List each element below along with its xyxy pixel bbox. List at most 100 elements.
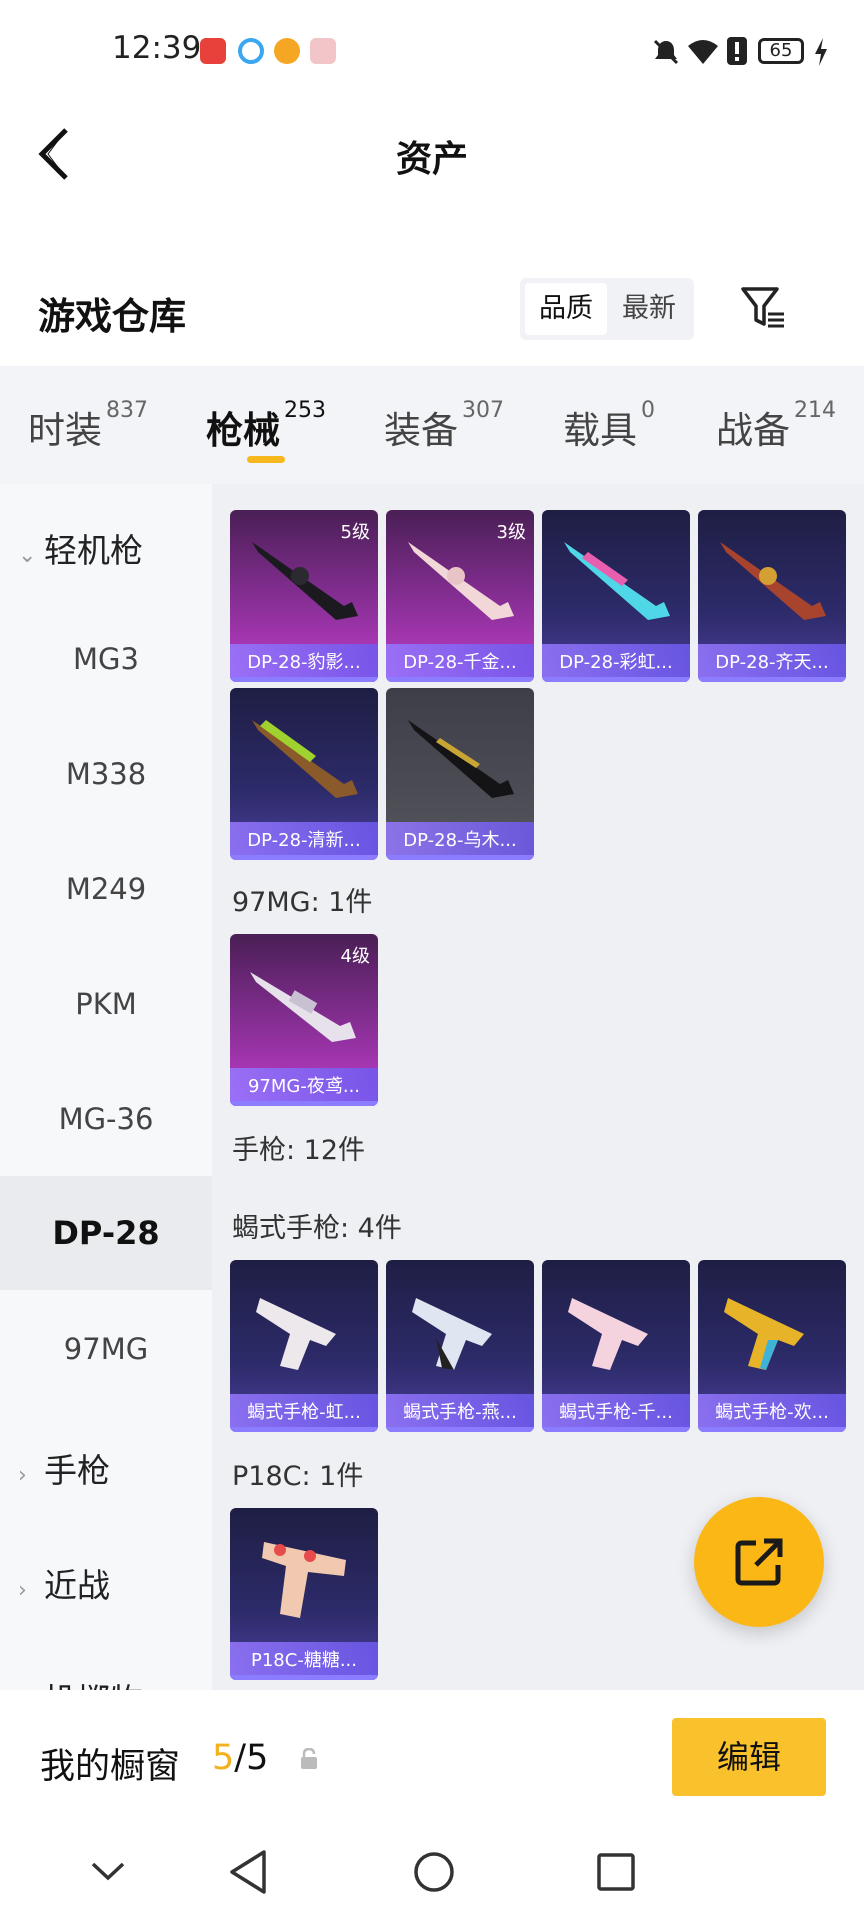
alert-icon: [727, 37, 747, 65]
warehouse-title: 游戏仓库: [38, 295, 186, 338]
item-name: 蝎式手枪-虹...: [247, 1402, 361, 1423]
item-card[interactable]: 蝎式手枪-燕...: [386, 1260, 534, 1432]
item-card[interactable]: 蝎式手枪-千...: [542, 1260, 690, 1432]
tab-label: 时装: [28, 409, 102, 452]
charging-icon: [815, 38, 827, 66]
pistol-icon: [412, 1298, 492, 1370]
battery-level: 65: [769, 40, 793, 61]
item-name: 蝎式手枪-燕...: [403, 1402, 517, 1423]
pistol-icon: [568, 1298, 648, 1370]
tab-count: 307: [462, 398, 504, 423]
tab-equipment[interactable]: 装备 307: [384, 398, 504, 454]
status-bar: 12:39 65: [0, 0, 864, 104]
pistol-icon: [262, 1542, 346, 1618]
item-card[interactable]: 3级 DP-28-千金...: [386, 510, 534, 682]
item-name: 蝎式手枪-欢...: [715, 1402, 829, 1423]
share-fab-button[interactable]: [694, 1497, 824, 1627]
sidebar-group-label: 投掷物: [44, 1681, 143, 1690]
item-card[interactable]: 5级 DP-28-豹影...: [230, 510, 378, 682]
sort-newest-button[interactable]: 最新: [608, 283, 690, 335]
sidebar-item-97mg[interactable]: 97MG: [0, 1332, 212, 1366]
tab-supplies[interactable]: 战备 214: [716, 398, 836, 454]
sidebar-item-pkm[interactable]: PKM: [0, 987, 212, 1021]
tab-count: 837: [106, 398, 148, 423]
huawei-app-icon: [200, 38, 226, 64]
item-name: DP-28-千金...: [403, 652, 517, 673]
item-name: DP-28-乌木...: [403, 830, 517, 851]
item-name: 97MG-夜鸢...: [247, 1076, 361, 1097]
sidebar-item-m249[interactable]: M249: [0, 872, 212, 906]
battery-icon: 65: [758, 38, 804, 64]
item-name: P18C-糖糖...: [251, 1650, 357, 1671]
sort-quality-button[interactable]: 品质: [525, 283, 607, 335]
pistol-icon: [724, 1298, 804, 1370]
item-card[interactable]: DP-28-齐天...: [698, 510, 846, 682]
chevron-down-icon: ⌄: [18, 543, 37, 568]
sidebar-group-label: 轻机枪: [44, 531, 143, 570]
recents-square-icon[interactable]: [596, 1852, 636, 1892]
section-title-p18c: P18C: 1件: [232, 1461, 364, 1492]
item-card[interactable]: DP-28-彩虹...: [542, 510, 690, 682]
tab-count: 253: [284, 398, 326, 423]
chevron-right-icon: ›: [18, 1463, 27, 1488]
item-card[interactable]: P18C-糖糖...: [230, 1508, 378, 1680]
system-navbar: [0, 1830, 864, 1920]
tab-count: 214: [794, 398, 836, 423]
item-name: DP-28-豹影...: [247, 652, 361, 673]
home-circle-icon[interactable]: [412, 1850, 456, 1894]
filter-icon[interactable]: [740, 286, 786, 330]
status-time: 12:39: [112, 30, 202, 66]
tab-label: 战备: [716, 409, 790, 452]
tab-count: 0: [641, 398, 655, 423]
sidebar-item-mg36[interactable]: MG-36: [0, 1102, 212, 1136]
sidebar-group-lmg[interactable]: ⌄ 轻机枪: [18, 524, 143, 572]
rifle-icon: [564, 542, 670, 620]
rifle-icon: [720, 542, 826, 620]
sidebar-item-m338[interactable]: M338: [0, 757, 212, 791]
tab-label: 载具: [563, 409, 637, 452]
mute-icon: [653, 39, 679, 65]
rifle-icon: [252, 720, 358, 798]
sidebar-group-label: 近战: [44, 1566, 110, 1605]
tab-firearms[interactable]: 枪械 253: [206, 398, 326, 454]
tab-label: 装备: [384, 409, 458, 452]
level-badge: 3级: [496, 522, 526, 543]
showcase-label: 我的橱窗: [40, 1747, 181, 1787]
tab-vehicles[interactable]: 载具 0: [563, 398, 655, 454]
level-badge: 4级: [340, 946, 370, 967]
wifi-icon: [688, 40, 718, 64]
sidebar-group-label: 手枪: [44, 1451, 110, 1490]
sidebar-group-throwables[interactable]: ›投掷物: [18, 1674, 143, 1690]
game-app-icon: [274, 38, 300, 64]
weapon-sidebar: ⌄ 轻机枪 MG3 M338 M249 PKM MG-36 DP-28 97MG …: [0, 484, 212, 1690]
category-tabs: 时装 837 枪械 253 装备 307 载具 0 战备 214: [0, 366, 864, 484]
item-card[interactable]: 4级 97MG-夜鸢...: [230, 934, 378, 1106]
rifle-icon: [408, 720, 514, 798]
sidebar-group-melee[interactable]: › 近战: [18, 1559, 110, 1607]
edit-button[interactable]: 编辑: [672, 1718, 826, 1796]
lock-icon: [301, 1748, 317, 1769]
sidebar-item-mg3[interactable]: MG3: [0, 642, 212, 676]
showcase-count: 5/5: [212, 1738, 268, 1778]
item-name: DP-28-清新...: [247, 830, 361, 851]
gift-app-icon: [310, 38, 336, 64]
sidebar-item-dp28[interactable]: DP-28: [0, 1214, 212, 1252]
section-title-pistol: 手枪: 12件: [232, 1135, 366, 1166]
tab-fashion[interactable]: 时装 837: [28, 398, 148, 454]
showcase-current: 5: [212, 1738, 235, 1778]
back-triangle-icon[interactable]: [228, 1848, 268, 1896]
item-name: DP-28-齐天...: [715, 652, 829, 673]
sort-toggle: 品质 最新: [520, 278, 694, 340]
item-card[interactable]: 蝎式手枪-虹...: [230, 1260, 378, 1432]
tab-label: 枪械: [206, 409, 280, 452]
item-card[interactable]: DP-28-清新...: [230, 688, 378, 860]
sidebar-group-pistol[interactable]: › 手枪: [18, 1444, 110, 1492]
level-badge: 5级: [340, 522, 370, 543]
section-title-scorpion: 蝎式手枪: 4件: [232, 1213, 402, 1244]
active-tab-indicator: [247, 456, 285, 463]
item-card[interactable]: 蝎式手枪-欢...: [698, 1260, 846, 1432]
page-title: 资产: [395, 139, 468, 180]
chevron-right-icon: ›: [18, 1578, 27, 1603]
item-card[interactable]: DP-28-乌木...: [386, 688, 534, 860]
chevron-down-icon[interactable]: [90, 1860, 126, 1884]
